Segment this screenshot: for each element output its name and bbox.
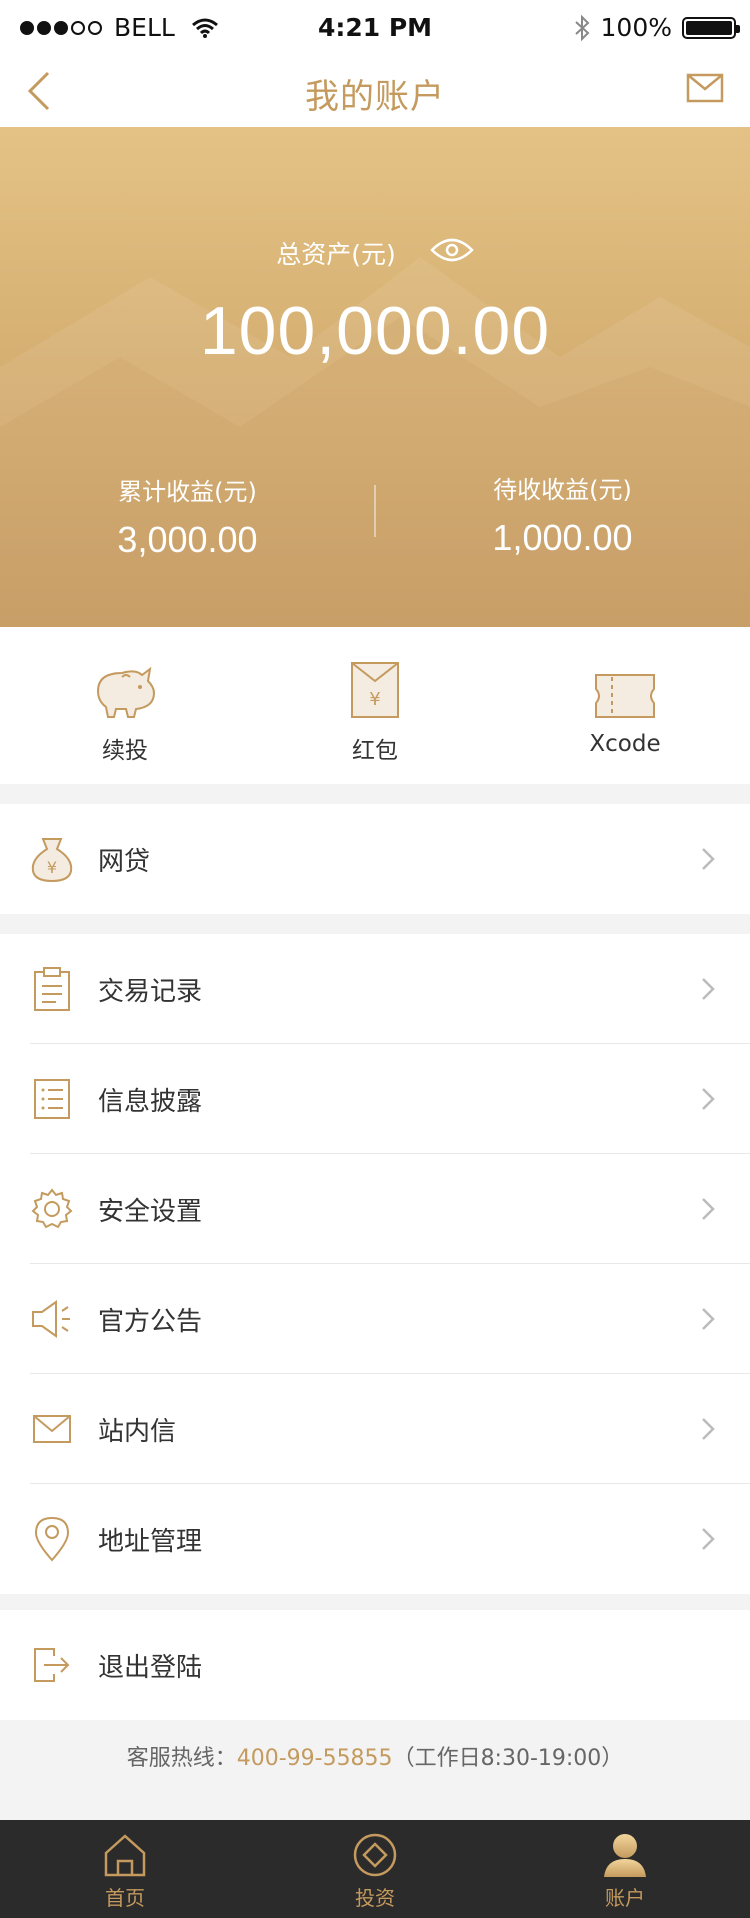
toggle-visibility-button[interactable] xyxy=(429,236,474,270)
menu-item-inbox-label: 站内信 xyxy=(98,1416,177,1447)
message-button[interactable] xyxy=(686,73,724,107)
loan-section: ¥ 网贷 xyxy=(0,804,750,914)
hotline-hours: （工作日8:30-19:00） xyxy=(392,1746,624,1771)
cumulative-earnings-label: 累计收益(元) xyxy=(118,478,257,506)
tab-invest[interactable]: 投资 xyxy=(250,1830,500,1911)
mail-icon xyxy=(33,1415,71,1443)
menu-item-loan[interactable]: ¥ 网贷 xyxy=(0,804,750,914)
menu-item-transactions-label: 交易记录 xyxy=(98,976,203,1007)
hotline-prefix: 客服热线： xyxy=(126,1746,237,1771)
menu-item-disclosure[interactable]: 信息披露 xyxy=(0,1044,750,1154)
chevron-right-icon xyxy=(702,1198,715,1220)
bluetooth-icon xyxy=(574,14,589,41)
asset-summary-card: 总资产(元) 100,000.00 累计收益(元) 3,000.00 待收收益(… xyxy=(0,127,750,627)
menu-item-security[interactable]: 安全设置 xyxy=(0,1154,750,1264)
menu-item-announcements[interactable]: 官方公告 xyxy=(0,1264,750,1374)
quick-reinvest-label: 续投 xyxy=(102,738,148,764)
total-assets-label: 总资产(元) xyxy=(276,240,396,269)
hotline-phone-link[interactable]: 400-99-55855 xyxy=(237,1746,393,1771)
quick-xcode[interactable]: Xcode xyxy=(500,655,750,757)
tab-home[interactable]: 首页 xyxy=(0,1830,250,1911)
piggy-bank-icon xyxy=(96,666,156,718)
clipboard-icon xyxy=(34,967,70,1011)
battery-percent: 100% xyxy=(600,13,672,42)
status-bar: BELL 4:21 PM 100% xyxy=(0,0,750,55)
battery-icon xyxy=(682,16,740,39)
mail-icon xyxy=(686,73,724,103)
menu-item-address-label: 地址管理 xyxy=(98,1526,203,1557)
chevron-right-icon xyxy=(702,1088,715,1110)
quick-reinvest[interactable]: 续投 xyxy=(0,655,250,765)
logout-section: 退出登陆 xyxy=(0,1610,750,1720)
menu-item-announcements-label: 官方公告 xyxy=(98,1306,203,1337)
quick-actions: 续投 ¥ 红包 Xcode xyxy=(0,627,750,784)
pending-earnings-label: 待收收益(元) xyxy=(493,476,632,504)
chevron-right-icon xyxy=(702,1308,715,1330)
chevron-right-icon xyxy=(702,848,715,870)
menu-item-inbox[interactable]: 站内信 xyxy=(0,1374,750,1484)
logout-icon xyxy=(34,1648,70,1682)
speaker-icon xyxy=(32,1300,70,1338)
quick-xcode-label: Xcode xyxy=(589,731,661,757)
nav-bar: 我的账户 xyxy=(0,55,750,127)
tab-home-label: 首页 xyxy=(105,1886,145,1910)
ticket-icon xyxy=(595,674,655,718)
menu-item-security-label: 安全设置 xyxy=(98,1196,203,1227)
home-icon xyxy=(104,1834,146,1877)
pending-earnings: 待收收益(元) 1,000.00 xyxy=(375,470,750,559)
location-pin-icon xyxy=(34,1516,70,1562)
money-bag-icon: ¥ xyxy=(31,838,73,883)
gear-icon xyxy=(31,1188,73,1229)
red-envelope-icon: ¥ xyxy=(351,662,399,718)
cumulative-earnings: 累计收益(元) 3,000.00 xyxy=(0,472,375,561)
invest-icon xyxy=(353,1833,397,1877)
customer-hotline: 客服热线：400-99-55855（工作日8:30-19:00） xyxy=(0,1740,750,1772)
logout-button[interactable]: 退出登陆 xyxy=(0,1610,750,1720)
logout-label: 退出登陆 xyxy=(98,1652,203,1683)
account-menu: 交易记录 信息披露 安全设置 官方公告 站内信 地址管理 xyxy=(0,934,750,1594)
eye-icon xyxy=(429,238,474,262)
quick-red-envelope-label: 红包 xyxy=(352,738,398,764)
menu-item-transactions[interactable]: 交易记录 xyxy=(0,934,750,1044)
pending-earnings-value: 1,000.00 xyxy=(492,517,633,558)
svg-text:¥: ¥ xyxy=(47,858,57,877)
total-assets-value: 100,000.00 xyxy=(199,293,551,369)
account-icon xyxy=(604,1834,646,1877)
chevron-right-icon xyxy=(702,1418,715,1440)
cumulative-earnings-value: 3,000.00 xyxy=(117,519,258,560)
chevron-right-icon xyxy=(702,1528,715,1550)
menu-item-address[interactable]: 地址管理 xyxy=(0,1484,750,1594)
chevron-right-icon xyxy=(702,978,715,1000)
tab-invest-label: 投资 xyxy=(355,1886,395,1910)
document-list-icon xyxy=(34,1079,70,1119)
tab-bar: 首页 投资 账户 xyxy=(0,1820,750,1918)
tab-account-label: 账户 xyxy=(605,1886,645,1910)
page-title: 我的账户 xyxy=(305,77,445,117)
quick-red-envelope[interactable]: ¥ 红包 xyxy=(250,655,500,765)
menu-item-loan-label: 网贷 xyxy=(98,846,151,877)
menu-item-disclosure-label: 信息披露 xyxy=(98,1086,203,1117)
tab-account[interactable]: 账户 xyxy=(500,1830,750,1911)
svg-text:¥: ¥ xyxy=(369,689,380,710)
